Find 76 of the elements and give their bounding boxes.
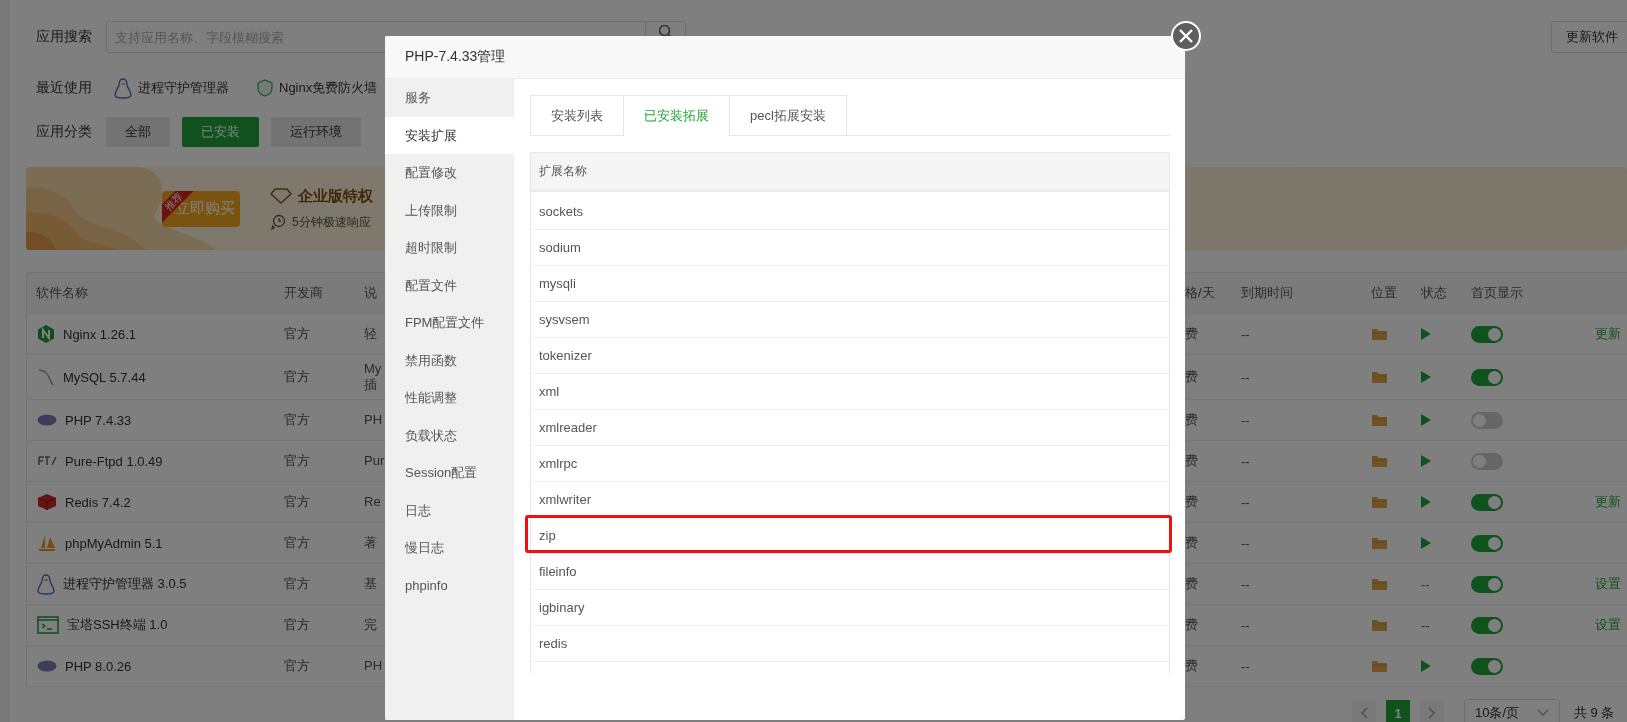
software-name: PHP 7.4.33 [65, 412, 132, 428]
column-header: 开发商 [283, 284, 323, 302]
table-cell-text: -- [1240, 535, 1250, 551]
table-cell-text: -- [1240, 494, 1250, 510]
table-cell-text: 费 [1184, 616, 1198, 634]
software-name: Redis 7.4.2 [65, 494, 131, 510]
table-cell-text: fileinfo [538, 564, 577, 579]
table-cell-text: 费 [1184, 657, 1198, 675]
table-cell: 完 [364, 617, 377, 633]
column-header: 状态 [1420, 284, 1447, 302]
table-cell-text: -- [1240, 453, 1250, 469]
search-label: 应用搜索 [36, 28, 93, 46]
table-cell-text: zip [538, 528, 556, 543]
column-header: 软件名称 [35, 284, 88, 302]
table-cell: Pur [364, 453, 385, 469]
table-cell-text: -- [1240, 412, 1250, 428]
table-cell-text: 官方 [283, 616, 310, 634]
column-header: 格/天 [1184, 284, 1215, 302]
table-cell-text: xml [538, 384, 560, 399]
table-cell: My [364, 361, 382, 377]
table-cell-text: xmlreader [538, 420, 597, 435]
table-cell: 轻 [364, 326, 377, 342]
column-header: 位置 [1370, 284, 1397, 302]
table-cell: 插 [364, 377, 377, 393]
software-name: phpMyAdmin 5.1 [65, 535, 163, 551]
table-cell: -- [1421, 617, 1430, 633]
table-cell-text: 官方 [283, 575, 310, 593]
table-cell-text: 费 [1184, 452, 1198, 470]
software-name: Nginx 1.26.1 [63, 326, 136, 342]
table-cell-text: 费 [1184, 575, 1198, 593]
promo-subtitle: 5分钟极速响应 [292, 213, 371, 231]
table-cell-text: sockets [538, 204, 584, 219]
table-cell-text: 费 [1184, 411, 1198, 429]
column-header: 首页显示 [1470, 284, 1523, 302]
column-header: 到期时间 [1240, 284, 1293, 302]
table-cell-text: -- [1240, 576, 1250, 592]
table-cell-text: sodium [538, 240, 581, 255]
table-cell-text: tokenizer [538, 348, 592, 363]
table-cell: 著 [364, 535, 377, 551]
table-cell-text: -- [1240, 617, 1250, 633]
table-cell-text: redis [538, 636, 568, 651]
table-cell: 基 [364, 576, 377, 592]
table-cell-text: 官方 [283, 493, 310, 511]
table-cell-text: 费 [1184, 493, 1198, 511]
table-cell-text: igbinary [538, 600, 585, 615]
recent-label: 最近使用 [36, 79, 93, 97]
table-cell: Re [364, 494, 381, 510]
table-cell-text: xmlwriter [538, 492, 591, 507]
table-cell: PH [364, 658, 383, 674]
table-cell-text: 官方 [283, 534, 310, 552]
software-name: Pure-Ftpd 1.0.49 [65, 453, 163, 469]
table-cell-text: 官方 [283, 325, 310, 343]
software-name: 进程守护管理器 3.0.5 [63, 575, 187, 593]
table-cell-text: sysvsem [538, 312, 590, 327]
table-cell-text: 费 [1184, 325, 1198, 343]
total-count: 共 9 条 [1574, 704, 1615, 722]
table-cell-text: 官方 [283, 368, 310, 386]
promo-title: 企业版特权 [298, 186, 373, 206]
category-label: 应用分类 [36, 123, 93, 141]
table-cell-text: 官方 [283, 452, 310, 470]
software-name: 宝塔SSH终端 1.0 [67, 616, 168, 634]
column-header: 扩展名称 [531, 153, 1169, 191]
table-cell-text: 费 [1184, 368, 1198, 386]
table-cell-text: 费 [1184, 534, 1198, 552]
table-cell-text: 官方 [283, 657, 310, 675]
table-cell-text: xmlrpc [538, 456, 578, 471]
table-cell-text: -- [1240, 658, 1250, 674]
column-header: 说 [363, 284, 377, 302]
table-cell-text: 官方 [283, 411, 310, 429]
software-name: MySQL 5.7.44 [63, 369, 146, 385]
table-cell-text: -- [1240, 326, 1250, 342]
table-cell: -- [1421, 576, 1430, 592]
table-cell-text: -- [1240, 369, 1250, 385]
table-cell-text: mysqli [538, 276, 576, 291]
table-cell: PH [364, 412, 383, 428]
software-name: PHP 8.0.26 [65, 658, 132, 674]
